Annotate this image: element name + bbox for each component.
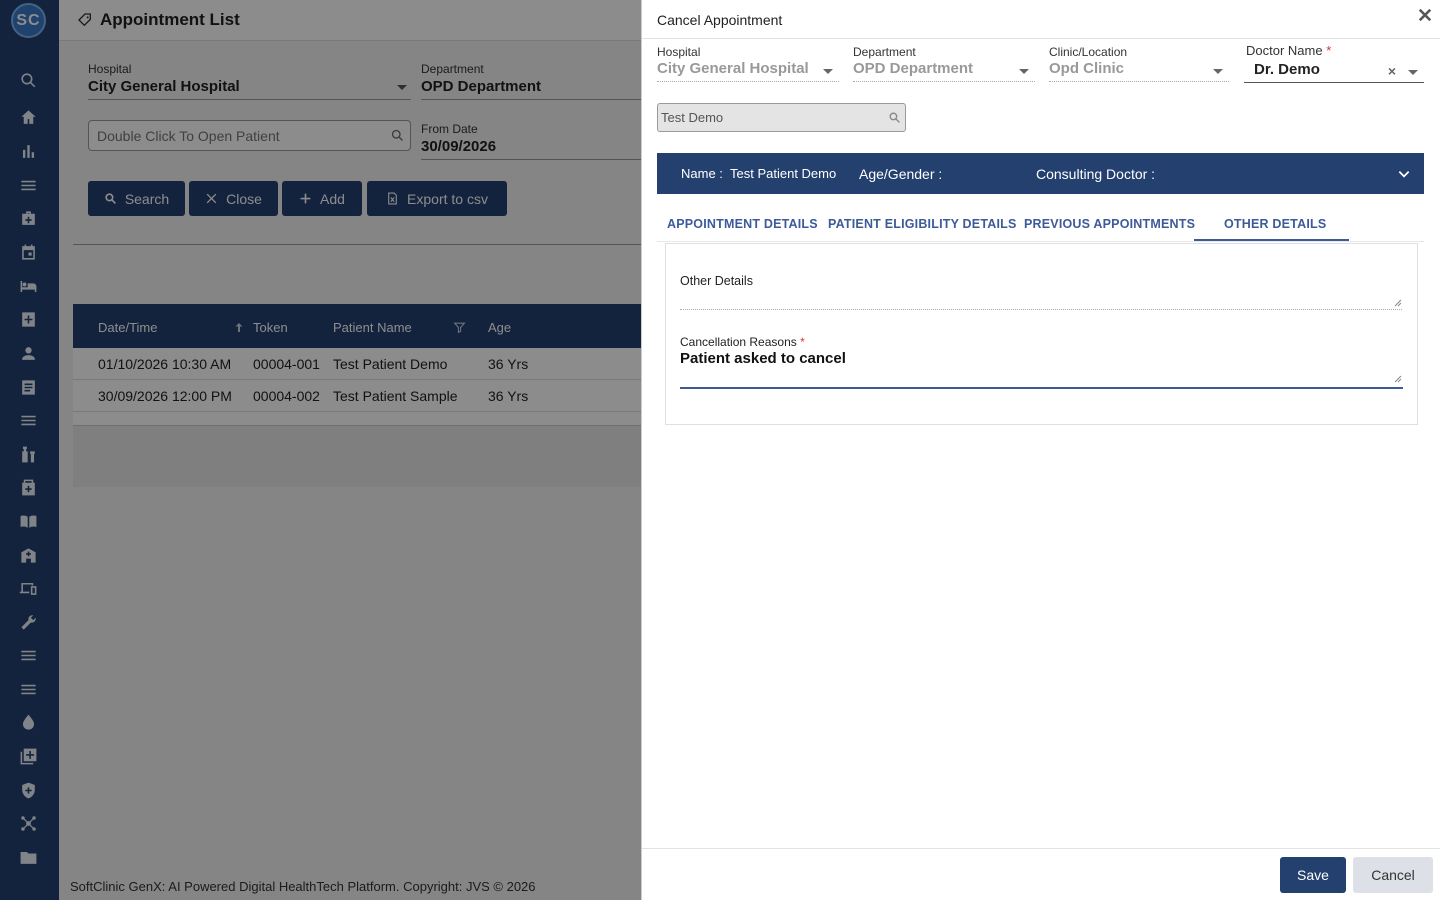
other-details-label: Other Details [680, 274, 753, 288]
tab-appointment-details[interactable]: APPOINTMENT DETAILS [667, 217, 818, 231]
resize-handle-icon[interactable] [1394, 299, 1402, 307]
clear-icon[interactable]: × [1388, 63, 1396, 79]
patient-name-value: Test Patient Demo [730, 166, 837, 181]
doctor-value: Dr. Demo [1254, 61, 1320, 78]
age-gender-label: Age/Gender : [859, 166, 943, 182]
active-tab-indicator [1194, 239, 1349, 241]
dialog-doctor-select[interactable]: Doctor Name * Dr. Demo × [1244, 43, 1424, 83]
dialog-hospital-select[interactable]: Hospital City General Hospital [657, 45, 839, 82]
cancel-appointment-dialog: Cancel Appointment Hospital City General… [641, 0, 1440, 900]
dialog-title: Cancel Appointment [657, 12, 783, 28]
cancellation-reasons-label: Cancellation Reasons [680, 335, 797, 349]
consulting-doctor-label: Consulting Doctor : [1036, 166, 1156, 182]
cancellation-reasons-label-row: Cancellation Reasons * [680, 335, 805, 349]
chevron-down-icon [1213, 69, 1223, 74]
doctor-label: Doctor Name [1246, 43, 1323, 58]
patient-name-label: Name : [681, 166, 723, 181]
tab-previous-appointments[interactable]: PREVIOUS APPOINTMENTS [1024, 217, 1195, 231]
chevron-down-icon[interactable] [1408, 70, 1418, 75]
required-marker: * [800, 335, 805, 349]
dialog-hospital-value: City General Hospital [657, 60, 809, 77]
other-details-textarea[interactable] [680, 292, 1402, 310]
dialog-patient-search-input[interactable] [657, 103, 906, 132]
cancellation-reasons-textarea[interactable]: Patient asked to cancel [680, 350, 846, 367]
dialog-clinic-select[interactable]: Clinic/Location Opd Clinic [1049, 45, 1229, 82]
tab-patient-eligibility-details[interactable]: PATIENT ELIGIBILITY DETAILS [828, 217, 1017, 231]
required-marker: * [1326, 43, 1332, 58]
chevron-down-icon[interactable] [1397, 167, 1411, 181]
dialog-clinic-label: Clinic/Location [1049, 45, 1128, 59]
divider [642, 848, 1440, 849]
resize-handle-icon[interactable] [1394, 375, 1402, 383]
dialog-department-select[interactable]: Department OPD Department [853, 45, 1035, 82]
dialog-department-value: OPD Department [853, 60, 974, 77]
other-details-panel: Other Details Cancellation Reasons * Pat… [665, 243, 1418, 425]
dialog-clinic-value: Opd Clinic [1049, 60, 1124, 77]
divider [642, 38, 1440, 39]
save-button[interactable]: Save [1280, 857, 1346, 893]
search-icon[interactable] [888, 111, 901, 124]
tabs-divider [657, 241, 1424, 242]
tab-other-details[interactable]: OTHER DETAILS [1224, 217, 1326, 231]
chevron-down-icon [823, 69, 833, 74]
close-icon[interactable] [1416, 6, 1434, 24]
cancel-button[interactable]: Cancel [1353, 857, 1433, 893]
cancellation-reasons-underline [680, 387, 1403, 389]
chevron-down-icon [1019, 69, 1029, 74]
dialog-department-label: Department [853, 45, 916, 59]
dialog-hospital-label: Hospital [657, 45, 701, 59]
patient-info-bar[interactable]: Name : Test Patient Demo Age/Gender : Co… [657, 153, 1424, 194]
